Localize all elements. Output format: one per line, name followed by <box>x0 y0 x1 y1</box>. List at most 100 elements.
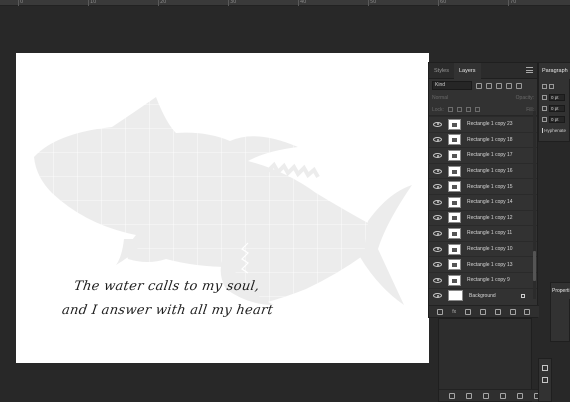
eye-icon[interactable] <box>433 277 442 283</box>
lock-row: Lock: Fill: <box>429 104 537 116</box>
eye-icon[interactable] <box>433 168 442 174</box>
shape-filter-icon[interactable] <box>506 82 512 89</box>
eye-icon[interactable] <box>433 215 442 221</box>
adjustment-icon[interactable] <box>479 308 486 315</box>
layer-name: Rectangle 1 copy 14 <box>467 199 513 206</box>
layer-name: Rectangle 1 copy 10 <box>467 246 513 253</box>
space-before-icon <box>542 117 547 122</box>
grid-icon[interactable] <box>542 365 548 371</box>
kind-filter-dropdown[interactable]: Kind <box>432 81 472 90</box>
hyphenate-label: Hyphenate <box>544 128 566 133</box>
play-icon[interactable] <box>542 377 548 383</box>
layer-row[interactable]: Rectangle 1 copy 12 <box>429 209 537 226</box>
eye-icon[interactable] <box>433 293 442 299</box>
lock-pixels-icon[interactable] <box>447 107 453 112</box>
properties-tabs: Properti <box>551 282 570 299</box>
link-icon[interactable] <box>437 308 444 315</box>
ruler-number: 40 <box>300 0 307 5</box>
layer-name: Rectangle 1 copy 17 <box>467 152 513 159</box>
layer-row[interactable]: Rectangle 1 copy 16 <box>429 162 537 179</box>
link-icon[interactable] <box>448 392 455 399</box>
tab-layers[interactable]: Layers <box>453 62 481 79</box>
type-filter-icon[interactable] <box>496 82 502 89</box>
layer-row[interactable]: Rectangle 1 copy 17 <box>429 147 537 163</box>
pixel-filter-icon[interactable] <box>476 82 482 89</box>
layers-scrollbar[interactable] <box>533 111 536 299</box>
layer-filter-row: Kind <box>429 79 537 92</box>
blend-mode-select[interactable]: Normal <box>432 95 448 101</box>
new-layer-icon[interactable] <box>516 392 523 399</box>
layer-row[interactable]: Rectangle 1 copy 11 <box>429 225 537 241</box>
paragraph-tabs: Paragraph <box>539 62 570 79</box>
eye-icon[interactable] <box>433 137 442 143</box>
right-tool-strip <box>538 358 552 402</box>
eye-icon[interactable] <box>433 184 442 190</box>
tab-paragraph[interactable]: Paragraph <box>539 62 570 79</box>
layer-thumbnail <box>448 259 461 271</box>
layer-name: Rectangle 1 copy 15 <box>467 183 513 190</box>
space-before-input[interactable]: 0 pt <box>549 116 565 123</box>
ruler-number: 70 <box>510 0 517 5</box>
adjustment-icon[interactable] <box>482 392 489 399</box>
folder-icon[interactable] <box>494 308 501 315</box>
fx-icon[interactable]: fx <box>452 309 456 315</box>
ruler-number: 60 <box>440 0 447 5</box>
layer-name: Rectangle 1 copy 12 <box>467 214 513 221</box>
layer-row[interactable]: Rectangle 1 copy 23 <box>429 116 537 132</box>
mask-icon[interactable] <box>465 392 472 399</box>
tab-styles[interactable]: Styles <box>429 63 454 79</box>
layer-row[interactable]: Rectangle 1 copy 9 <box>429 272 537 288</box>
trash-icon[interactable] <box>524 308 531 315</box>
indent-left-input[interactable]: 0 pt <box>549 94 565 101</box>
layer-row[interactable]: Rectangle 1 copy 15 <box>429 178 537 194</box>
layer-name: Rectangle 1 copy 16 <box>467 168 513 175</box>
folder-icon[interactable] <box>499 392 506 399</box>
layer-thumbnail <box>448 212 461 224</box>
layer-thumbnail <box>448 290 463 302</box>
layers-panel: Styles Layers Kind Normal Opacity: Lock:… <box>428 62 539 318</box>
eye-icon[interactable] <box>433 121 442 127</box>
adjustment-filter-icon[interactable] <box>486 82 492 89</box>
mask-icon[interactable] <box>465 308 472 315</box>
eye-icon[interactable] <box>433 199 442 205</box>
layer-thumbnail <box>448 149 461 161</box>
eye-icon[interactable] <box>433 152 442 158</box>
lock-position-icon[interactable] <box>456 107 462 112</box>
layer-row-background[interactable]: Background <box>429 287 537 303</box>
lock-icon[interactable] <box>521 293 525 298</box>
layers-panel-tabs: Styles Layers <box>429 62 537 79</box>
layer-thumbnail <box>448 181 461 193</box>
tab-properties[interactable]: Properti <box>551 282 570 299</box>
indent-left-row: 0 pt <box>542 92 566 103</box>
eye-icon[interactable] <box>433 262 442 268</box>
eye-icon[interactable] <box>433 246 442 252</box>
layer-name: Rectangle 1 copy 23 <box>467 121 513 128</box>
eye-icon[interactable] <box>433 230 442 236</box>
new-layer-icon[interactable] <box>509 308 516 315</box>
layer-thumbnail <box>448 227 461 239</box>
smart-object-filter-icon[interactable] <box>516 82 522 89</box>
layer-row[interactable]: Rectangle 1 copy 10 <box>429 240 537 257</box>
layer-thumbnail <box>448 165 461 177</box>
layer-row[interactable]: Rectangle 1 copy 14 <box>429 194 537 210</box>
indent-first-row: 0 pt <box>542 103 566 114</box>
ruler-number: 50 <box>370 0 377 5</box>
opacity-label[interactable]: Opacity: <box>516 95 534 101</box>
hyphenate-row: Hyphenate <box>542 125 566 136</box>
lock-all-icon[interactable] <box>474 107 480 112</box>
indent-first-input[interactable]: 0 pt <box>549 105 565 112</box>
layer-row[interactable]: Rectangle 1 copy 13 <box>429 256 537 272</box>
indent-left-icon <box>542 95 547 100</box>
lock-artboard-icon[interactable] <box>465 107 471 112</box>
layer-thumbnail <box>448 134 461 146</box>
layer-thumbnail <box>448 274 461 286</box>
align-left-icon[interactable] <box>542 84 547 89</box>
align-center-icon[interactable] <box>549 84 554 89</box>
top-ruler: 0 10 20 30 40 50 60 70 <box>0 0 570 6</box>
layer-list: Rectangle 1 copy 23 Rectangle 1 copy 18 … <box>429 116 537 303</box>
document-canvas[interactable]: The water calls to my soul, and I answer… <box>16 53 429 363</box>
ruler-number: 20 <box>160 0 167 5</box>
menu-icon[interactable] <box>526 67 533 74</box>
layer-row[interactable]: Rectangle 1 copy 18 <box>429 131 537 148</box>
layer-thumbnail <box>448 196 461 208</box>
